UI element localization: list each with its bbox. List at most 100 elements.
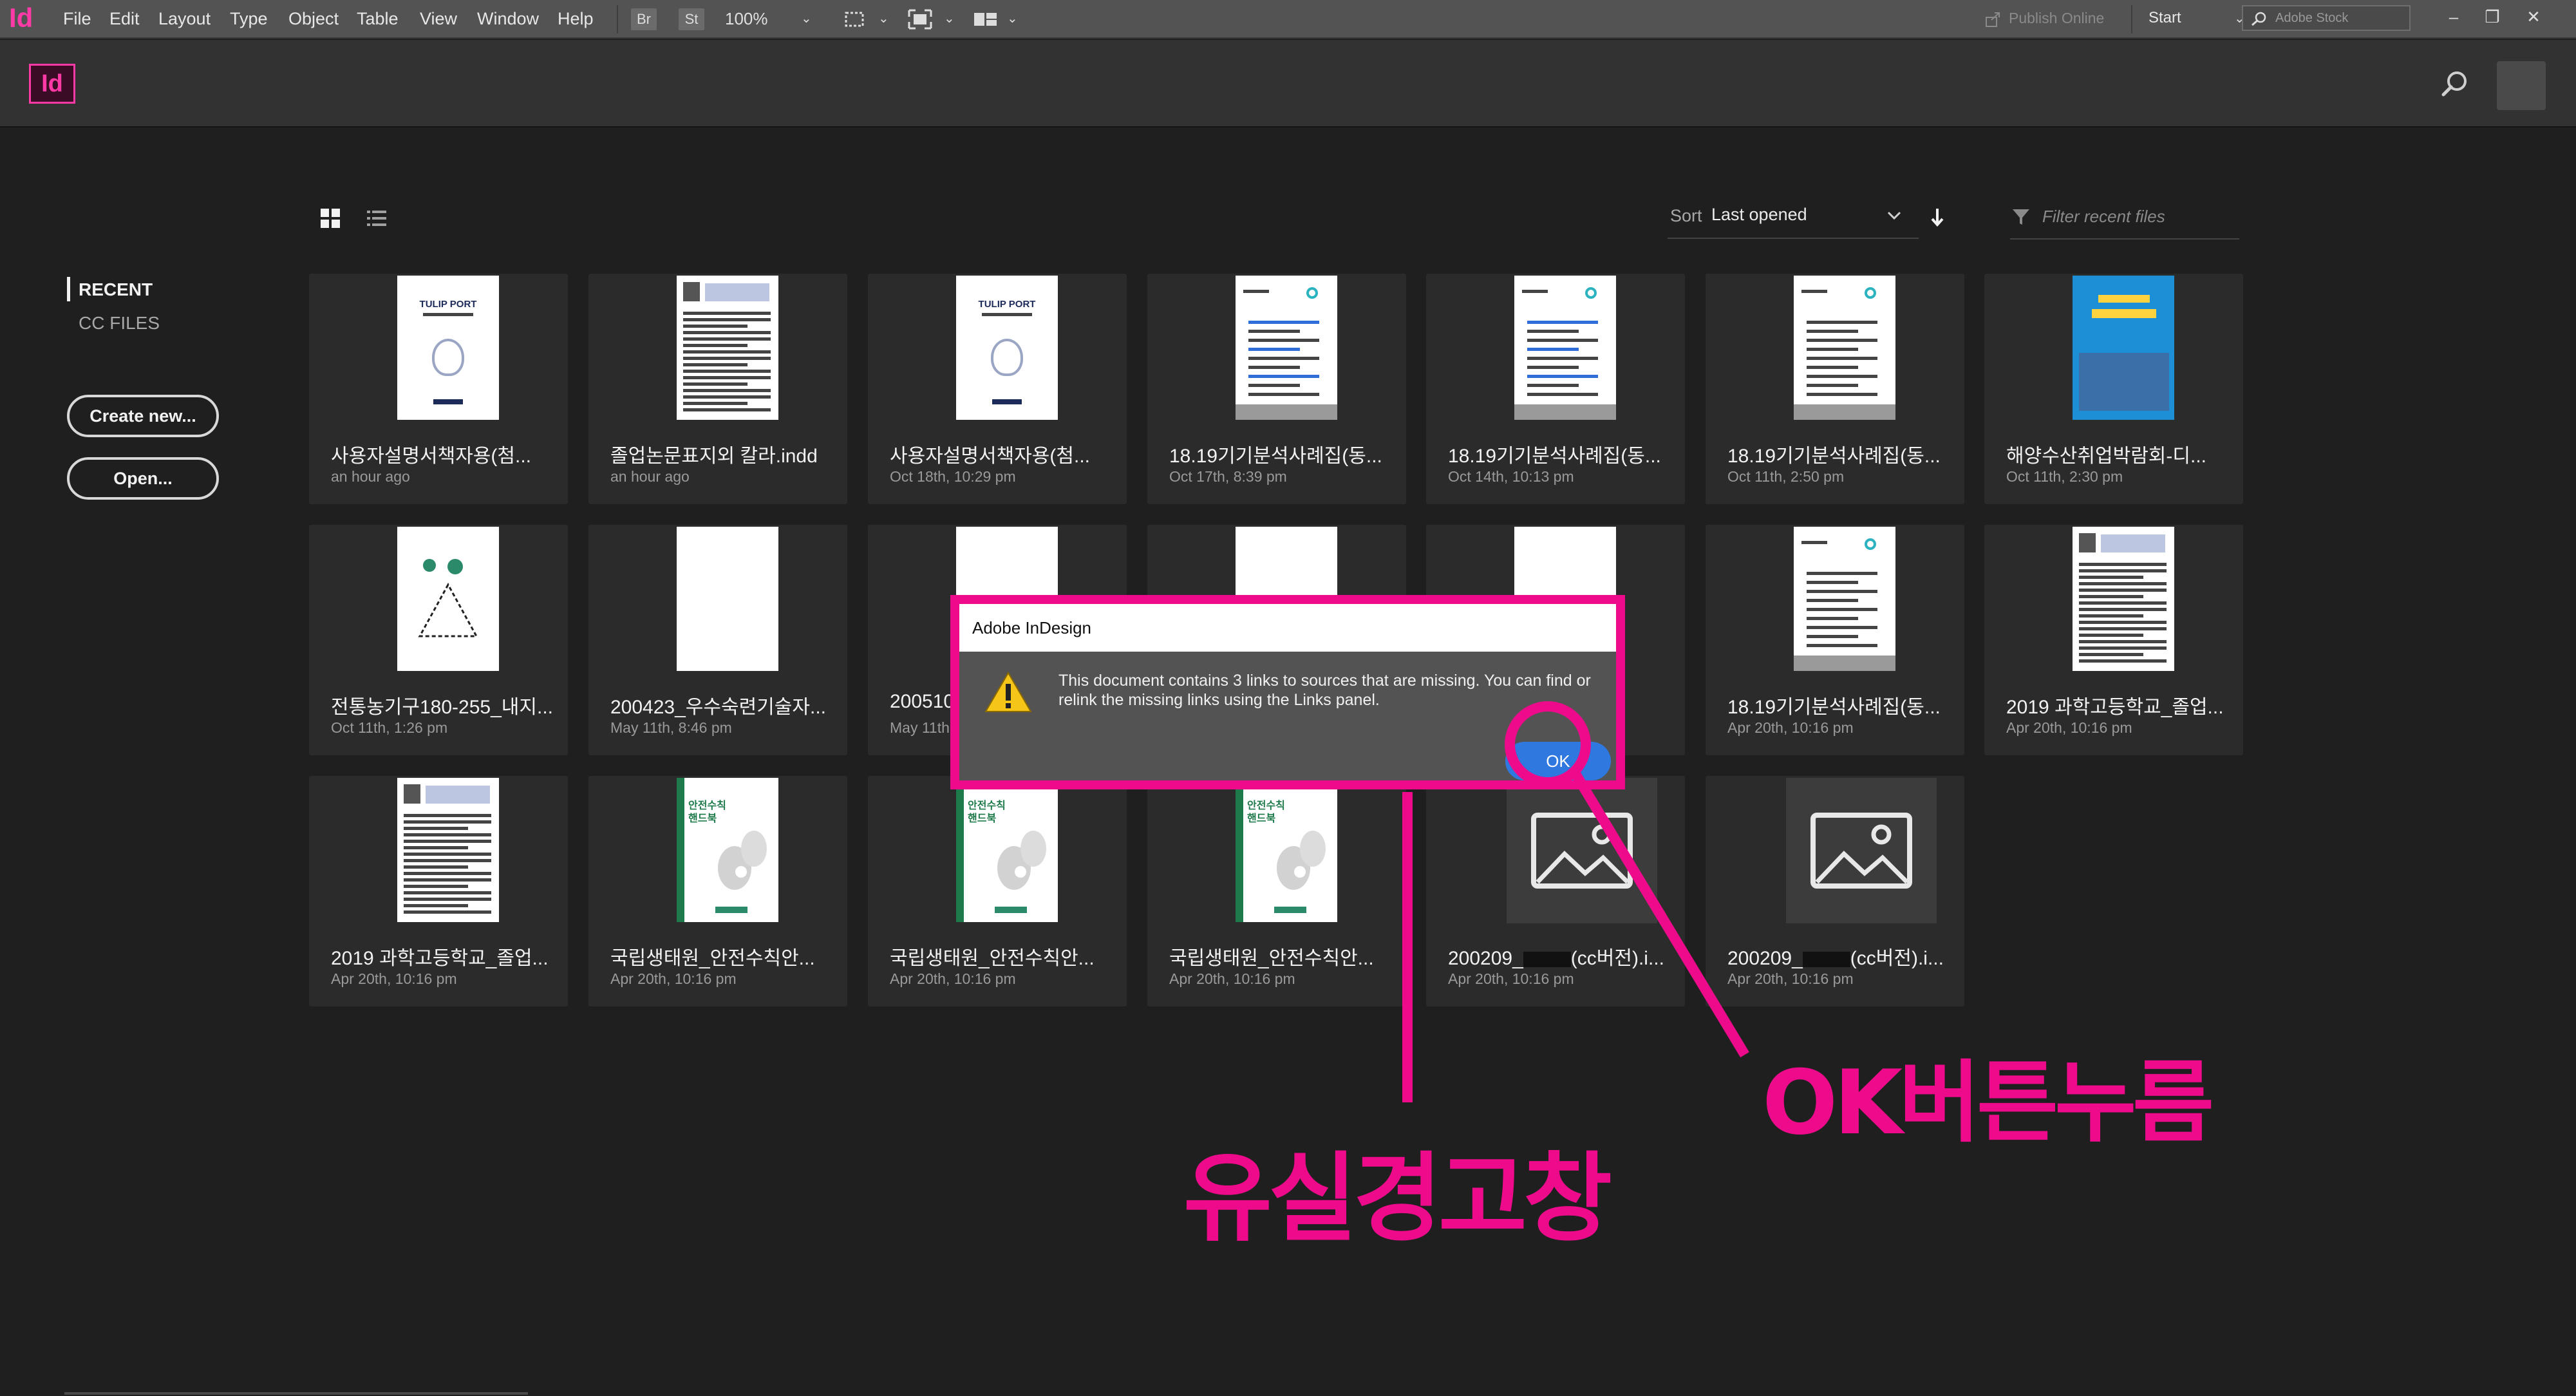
search-icon[interactable] bbox=[2437, 66, 2473, 102]
screen-mode-icon[interactable] bbox=[907, 8, 934, 31]
thumbnail-text-line bbox=[1527, 339, 1598, 342]
grid-view-icon[interactable] bbox=[319, 207, 341, 229]
recent-file-card[interactable]: 200209_ (cc버전).i... Apr 20th, 10:16 pm bbox=[1426, 776, 1685, 1006]
menu-help[interactable]: Help bbox=[558, 9, 594, 29]
thumbnail-text-line bbox=[683, 325, 747, 328]
bottom-scrollbar[interactable] bbox=[64, 1392, 528, 1395]
chevron-down-icon[interactable] bbox=[1883, 206, 1905, 225]
recent-file-card[interactable]: 18.19기기분석사례집(동... Oct 17th, 8:39 pm bbox=[1147, 274, 1406, 504]
screen-mode-chevron-down-icon[interactable]: ⌄ bbox=[944, 10, 955, 26]
thumbnail-title: TULIP PORT bbox=[419, 299, 477, 310]
menu-file[interactable]: File bbox=[63, 9, 91, 29]
recent-file-card[interactable]: 18.19기기분석사례집(동... Oct 14th, 10:13 pm bbox=[1426, 274, 1685, 504]
sort-direction-arrow-icon[interactable] bbox=[1928, 205, 1947, 229]
file-date: Apr 20th, 10:16 pm bbox=[610, 970, 737, 987]
stock-button[interactable]: St bbox=[679, 8, 704, 30]
image-placeholder-icon bbox=[1507, 778, 1657, 923]
thumbnail-text-line bbox=[404, 872, 491, 875]
recent-file-card[interactable]: 18.19기기분석사례집(동... Apr 20th, 10:16 pm bbox=[1706, 525, 1964, 755]
file-date: Apr 20th, 10:16 pm bbox=[890, 970, 1016, 987]
recent-file-card[interactable]: TULIP PORT 사용자설명서책자용(첨... Oct 18th, 10:29 … bbox=[868, 274, 1127, 504]
view-options-icon[interactable] bbox=[843, 8, 870, 31]
create-new-button[interactable]: Create new... bbox=[67, 395, 219, 437]
leaf-icon bbox=[1268, 823, 1332, 900]
recent-file-card[interactable]: 2019 과학고등학교_졸업... Apr 20th, 10:16 pm bbox=[309, 776, 568, 1006]
thumbnail-text-line bbox=[1527, 357, 1598, 360]
recent-file-card[interactable]: 200209_ (cc버전).i... Apr 20th, 10:16 pm bbox=[1706, 776, 1964, 1006]
thumbnail-text-line bbox=[2079, 614, 2143, 618]
zoom-level[interactable]: 100% bbox=[725, 9, 768, 29]
menu-type[interactable]: Type bbox=[230, 9, 268, 29]
open-button[interactable]: Open... bbox=[67, 457, 219, 500]
filter-input[interactable]: Filter recent files bbox=[2010, 205, 2239, 240]
thumbnail-text-line bbox=[1807, 572, 1877, 575]
sort-dropdown[interactable]: Last opened bbox=[1711, 205, 1807, 225]
close-icon[interactable]: ✕ bbox=[2517, 4, 2550, 30]
recent-file-card[interactable]: 해양수산취업박람회-디... Oct 11th, 2:30 pm bbox=[1984, 274, 2243, 504]
thumbnail-text-line bbox=[1807, 375, 1877, 378]
file-thumbnail bbox=[397, 527, 499, 671]
file-name: 18.19기기분석사례집(동... bbox=[1727, 697, 1941, 718]
sort-label: Sort bbox=[1670, 206, 1702, 225]
zoom-chevron-down-icon[interactable]: ⌄ bbox=[801, 10, 812, 26]
thumbnail-text-line bbox=[683, 395, 771, 399]
thumbnail-text-line bbox=[2079, 659, 2167, 663]
leaf-icon bbox=[709, 823, 773, 900]
recent-file-card[interactable]: TULIP PORT 사용자설명서책자용(첨... an hour ago bbox=[309, 274, 568, 504]
file-thumbnail bbox=[1514, 276, 1616, 420]
thumbnail-text-line bbox=[683, 408, 771, 411]
thumbnail-text-line bbox=[404, 865, 468, 869]
arrange-documents-icon[interactable] bbox=[972, 8, 999, 31]
thumbnail-text-line bbox=[404, 910, 491, 914]
menu-layout[interactable]: Layout bbox=[158, 9, 211, 29]
stock-search-input[interactable]: Adobe Stock bbox=[2242, 5, 2411, 31]
nav-recent[interactable]: RECENT bbox=[79, 279, 153, 300]
recent-file-card[interactable]: 전통농기구180-255_내지... Oct 11th, 1:26 pm bbox=[309, 525, 568, 755]
ok-button[interactable]: OK bbox=[1505, 742, 1611, 780]
publish-online-button[interactable]: Publish Online bbox=[2009, 10, 2104, 27]
bridge-button[interactable]: Br bbox=[631, 8, 657, 30]
thumbnail-title-line: 안전수칙 bbox=[1247, 800, 1285, 811]
file-thumbnail bbox=[1794, 527, 1895, 671]
file-thumbnail bbox=[2073, 276, 2174, 420]
thumbnail-text-line bbox=[683, 357, 771, 360]
recent-file-card[interactable]: 18.19기기분석사례집(동... Oct 11th, 2:50 pm bbox=[1706, 274, 1964, 504]
menu-object[interactable]: Object bbox=[288, 9, 339, 29]
view-options-chevron-down-icon[interactable]: ⌄ bbox=[878, 10, 889, 26]
thumbnail-text-line bbox=[683, 331, 771, 334]
thumbnail-text-line bbox=[1248, 321, 1319, 324]
nav-cc-files[interactable]: CC FILES bbox=[79, 313, 160, 334]
recent-file-card[interactable]: 200423_우수숙련기술자... May 11th, 8:46 pm bbox=[588, 525, 847, 755]
menu-view[interactable]: View bbox=[420, 9, 457, 29]
leaf-icon bbox=[988, 823, 1053, 900]
menu-table[interactable]: Table bbox=[357, 9, 399, 29]
thumbnail-text-line bbox=[404, 820, 491, 824]
restore-icon[interactable]: ❐ bbox=[2476, 4, 2508, 30]
menu-edit[interactable]: Edit bbox=[109, 9, 140, 29]
list-view-icon[interactable] bbox=[366, 207, 388, 229]
workspace-switcher[interactable]: Start bbox=[2148, 9, 2181, 27]
file-name: 200423_우수숙련기술자... bbox=[610, 697, 826, 718]
thumbnail-text-line bbox=[2079, 621, 2167, 624]
recent-file-card[interactable]: 졸업논문표지외 칼라.indd an hour ago bbox=[588, 274, 847, 504]
recent-file-card[interactable]: 2019 과학고등학교_졸업... Apr 20th, 10:16 pm bbox=[1984, 525, 2243, 755]
thumbnail-block bbox=[1236, 778, 1243, 922]
arrange-chevron-down-icon[interactable]: ⌄ bbox=[1007, 10, 1018, 26]
menu-bar: Id File Edit Layout Type Object Table Vi… bbox=[0, 0, 2576, 39]
minimize-icon[interactable]: – bbox=[2438, 4, 2470, 30]
thumbnail-block bbox=[705, 283, 769, 301]
thumbnail-text-line bbox=[1243, 290, 1269, 293]
recent-file-card[interactable]: 안전수칙 핸드북 국립생태원_안전수칙안... Apr 20th, 10:16 pm bbox=[1147, 776, 1406, 1006]
thumbnail-text-line bbox=[2079, 646, 2167, 650]
thumbnail-illustration-icon bbox=[410, 552, 486, 643]
shield-emblem-icon bbox=[432, 339, 464, 376]
search-icon bbox=[2252, 12, 2266, 26]
avatar[interactable] bbox=[2497, 61, 2546, 110]
recent-file-card[interactable]: 안전수칙 핸드북 국립생태원_안전수칙안... Apr 20th, 10:16 pm bbox=[868, 776, 1127, 1006]
thumbnail-block bbox=[995, 907, 1027, 913]
thumbnail-text-line bbox=[2079, 601, 2167, 605]
recent-file-card[interactable]: 안전수칙 핸드북 국립생태원_안전수칙안... Apr 20th, 10:16 pm bbox=[588, 776, 847, 1006]
thumbnail-accent-icon bbox=[1306, 287, 1318, 299]
thumbnail-text-line bbox=[683, 337, 771, 341]
menu-window[interactable]: Window bbox=[477, 9, 539, 29]
